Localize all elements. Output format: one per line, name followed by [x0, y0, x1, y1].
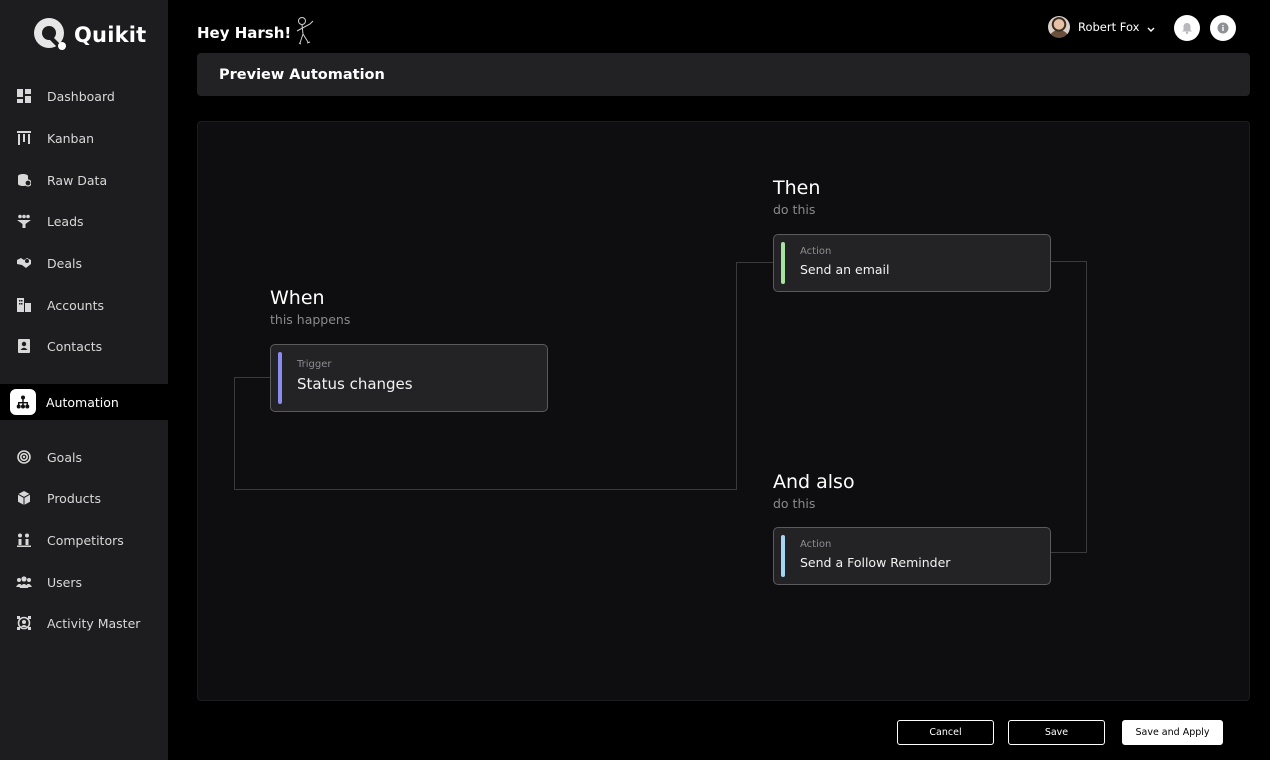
bell-icon: [1181, 19, 1193, 38]
sidebar-item-label: Goals: [47, 449, 82, 465]
sidebar: Quikit Dashboard Kanban Raw Data Leads D…: [0, 0, 168, 760]
accounts-icon: [16, 297, 32, 313]
action-card-email[interactable]: Action Send an email: [773, 234, 1051, 292]
save-and-apply-button-label: Save and Apply: [1135, 727, 1210, 738]
then-title: Then: [773, 177, 821, 199]
raw-data-icon: [16, 172, 32, 188]
sidebar-item-raw-data[interactable]: Raw Data: [0, 162, 168, 198]
competitors-icon: [16, 532, 32, 548]
notifications-button[interactable]: [1174, 15, 1200, 41]
when-subtitle: this happens: [270, 312, 351, 327]
activity-master-icon: [16, 615, 32, 631]
trigger-card[interactable]: Trigger Status changes: [270, 344, 548, 412]
chevron-down-icon: [1147, 18, 1155, 37]
sidebar-item-label: Products: [47, 490, 101, 506]
sidebar-item-goals[interactable]: Goals: [0, 439, 168, 475]
dashboard-icon: [16, 88, 32, 104]
action-card-value: Send a Follow Reminder: [800, 555, 951, 570]
sidebar-item-label: Activity Master: [47, 615, 141, 631]
then-subtitle: do this: [773, 202, 816, 217]
waving-figure-icon: [295, 16, 317, 50]
products-icon: [16, 490, 32, 506]
users-icon: [16, 574, 32, 590]
goals-icon: [16, 449, 32, 465]
contacts-icon: [16, 338, 32, 354]
sidebar-item-label: Contacts: [47, 338, 103, 354]
kanban-icon: [16, 130, 32, 146]
sidebar-item-products[interactable]: Products: [0, 480, 168, 516]
sidebar-item-label: Kanban: [47, 130, 95, 146]
sidebar-item-users[interactable]: Users: [0, 564, 168, 600]
sidebar-item-kanban[interactable]: Kanban: [0, 120, 168, 156]
cancel-button[interactable]: Cancel: [897, 720, 994, 745]
app-logo[interactable]: Quikit: [32, 16, 146, 52]
when-title: When: [270, 287, 325, 309]
trigger-card-value: Status changes: [297, 375, 413, 393]
action-card-label: Action: [800, 246, 832, 257]
trigger-accent-bar: [278, 352, 282, 404]
trigger-card-label: Trigger: [297, 359, 332, 370]
sidebar-item-label: Users: [47, 574, 83, 590]
sidebar-item-deals[interactable]: Deals: [0, 245, 168, 281]
deals-icon: [16, 255, 32, 271]
quikit-logo-icon: [32, 16, 68, 52]
sidebar-item-label: Deals: [47, 255, 82, 271]
info-button[interactable]: [1210, 15, 1236, 41]
save-button-label: Save: [1044, 727, 1069, 738]
and-also-title: And also: [773, 471, 855, 493]
greeting: Hey Harsh!: [197, 16, 317, 50]
cancel-button-label: Cancel: [929, 727, 962, 738]
sidebar-item-label: Accounts: [47, 297, 104, 313]
avatar: [1048, 16, 1070, 38]
sidebar-item-label: Dashboard: [47, 88, 115, 104]
sidebar-item-automation[interactable]: Automation: [0, 384, 168, 420]
app-name: Quikit: [74, 23, 147, 47]
sidebar-item-label: Raw Data: [47, 172, 108, 188]
user-name: Robert Fox: [1078, 20, 1140, 34]
action-accent-bar: [781, 535, 785, 577]
automation-canvas: When this happens Trigger Status changes…: [197, 121, 1250, 701]
sidebar-item-leads[interactable]: Leads: [0, 203, 168, 239]
action-accent-bar: [781, 242, 785, 284]
and-also-subtitle: do this: [773, 496, 816, 511]
action-card-reminder[interactable]: Action Send a Follow Reminder: [773, 527, 1051, 585]
action-card-value: Send an email: [800, 262, 890, 277]
sidebar-item-activity-master[interactable]: Activity Master: [0, 605, 168, 641]
leads-icon: [16, 213, 32, 229]
action-card-label: Action: [800, 539, 832, 550]
sidebar-item-accounts[interactable]: Accounts: [0, 287, 168, 323]
automation-icon: [10, 389, 36, 415]
sidebar-item-dashboard[interactable]: Dashboard: [0, 78, 168, 114]
sidebar-item-label: Competitors: [47, 532, 124, 548]
page-title-bar: Preview Automation: [197, 53, 1250, 96]
sidebar-item-contacts[interactable]: Contacts: [0, 328, 168, 364]
save-button[interactable]: Save: [1008, 720, 1105, 745]
save-and-apply-button[interactable]: Save and Apply: [1122, 720, 1223, 745]
page-title: Preview Automation: [219, 66, 385, 83]
sidebar-item-label: Leads: [47, 213, 84, 229]
greeting-text: Hey Harsh!: [197, 24, 292, 42]
user-menu[interactable]: Robert Fox: [1048, 16, 1155, 38]
sidebar-item-automation-wrapper: Automation: [0, 384, 168, 420]
sidebar-item-competitors[interactable]: Competitors: [0, 522, 168, 558]
info-icon: [1217, 19, 1229, 38]
sidebar-item-label: Automation: [46, 394, 119, 410]
